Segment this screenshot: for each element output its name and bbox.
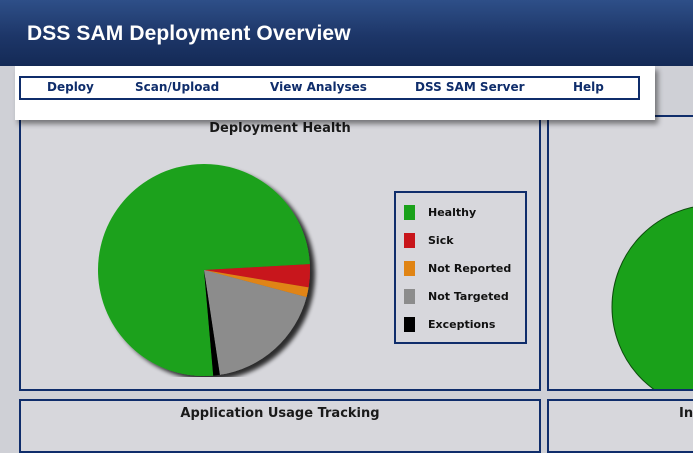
legend-swatch bbox=[404, 261, 415, 276]
page-title: DSS SAM Deployment Overview bbox=[27, 22, 351, 45]
legend-swatch bbox=[404, 289, 415, 304]
legend-label: Healthy bbox=[428, 206, 477, 219]
usage-tracking-panel: Application Usage Tracking bbox=[19, 399, 541, 453]
legend-label: Not Reported bbox=[428, 262, 512, 275]
menu-item-dss-sam-server[interactable]: DSS SAM Server bbox=[415, 80, 525, 94]
title-bar: DSS SAM Deployment Overview bbox=[0, 0, 693, 66]
chart-legend: Healthy Sick Not Reported Not Targeted E… bbox=[394, 191, 527, 344]
right-bottom-title: In bbox=[679, 406, 693, 421]
deployment-health-pie-chart bbox=[98, 164, 310, 376]
legend-label: Not Targeted bbox=[428, 290, 509, 303]
legend-swatch bbox=[404, 205, 415, 220]
deployment-health-panel: Deployment Health Healthy Sick Not Repor… bbox=[19, 115, 541, 391]
usage-tracking-title: Application Usage Tracking bbox=[180, 406, 380, 421]
right-bottom-panel: In bbox=[547, 399, 693, 453]
menu-item-deploy[interactable]: Deploy bbox=[47, 80, 94, 94]
menu-bar: Deploy Scan/Upload View Analyses DSS SAM… bbox=[19, 76, 640, 100]
menu-item-view-analyses[interactable]: View Analyses bbox=[270, 80, 367, 94]
legend-swatch bbox=[404, 317, 415, 332]
menu-item-help[interactable]: Help bbox=[573, 80, 604, 94]
right-top-panel bbox=[547, 115, 693, 391]
legend-swatch bbox=[404, 233, 415, 248]
navigation-menu-popup: Deploy Scan/Upload View Analyses DSS SAM… bbox=[15, 66, 655, 120]
menu-item-scan-upload[interactable]: Scan/Upload bbox=[135, 80, 219, 94]
legend-label: Sick bbox=[428, 234, 454, 247]
legend-label: Exceptions bbox=[428, 318, 496, 331]
right-pie-chart bbox=[611, 206, 693, 389]
